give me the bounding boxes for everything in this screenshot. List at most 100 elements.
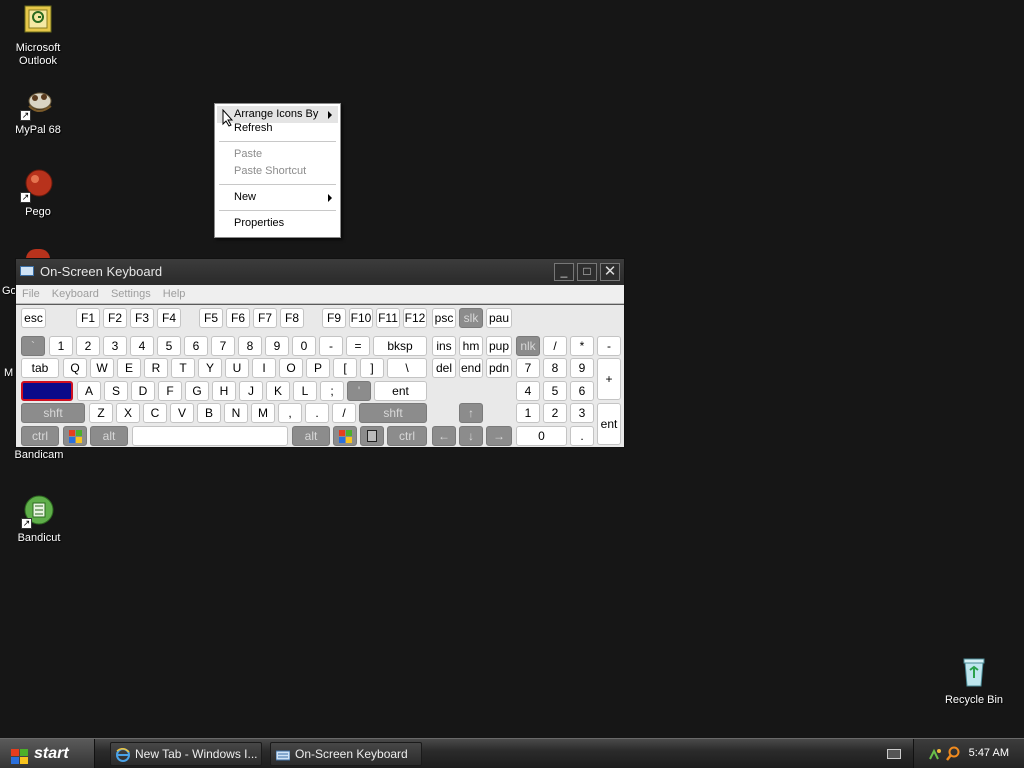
key-j[interactable]: J xyxy=(239,381,263,401)
key-grave[interactable]: ` xyxy=(21,336,45,356)
minimize-button[interactable]: _ xyxy=(554,263,574,281)
key-y[interactable]: Y xyxy=(198,358,222,378)
key-left-alt[interactable]: alt xyxy=(90,426,128,446)
key-g[interactable]: G xyxy=(185,381,209,401)
network-icon[interactable] xyxy=(928,747,942,761)
key-backspace[interactable]: bksp xyxy=(373,336,427,356)
menu-item-paste-shortcut[interactable]: Paste Shortcut xyxy=(217,163,338,180)
key-8[interactable]: 8 xyxy=(238,336,262,356)
key-equals[interactable]: = xyxy=(346,336,370,356)
key-f3[interactable]: F3 xyxy=(130,308,154,328)
key-esc[interactable]: esc xyxy=(21,308,46,328)
key-5[interactable]: 5 xyxy=(157,336,181,356)
key-right-windows[interactable] xyxy=(333,426,357,446)
key-w[interactable]: W xyxy=(90,358,114,378)
key-numpad-7[interactable]: 7 xyxy=(516,358,540,378)
key-1[interactable]: 1 xyxy=(49,336,73,356)
key-a[interactable]: A xyxy=(77,381,101,401)
key-n[interactable]: N xyxy=(224,403,248,423)
key-f1[interactable]: F1 xyxy=(76,308,100,328)
key-delete[interactable]: del xyxy=(432,358,456,378)
key-slk[interactable]: slk xyxy=(459,308,483,328)
key-enter[interactable]: ent xyxy=(374,381,427,401)
menu-item-new[interactable]: New xyxy=(217,189,338,206)
language-bar-keyboard-icon[interactable] xyxy=(887,749,901,759)
menu-item-refresh[interactable]: Refresh xyxy=(217,120,338,137)
menu-file[interactable]: File xyxy=(22,285,40,304)
key-f7[interactable]: F7 xyxy=(253,308,277,328)
menu-item-properties[interactable]: Properties xyxy=(217,215,338,232)
key-u[interactable]: U xyxy=(225,358,249,378)
key-tab[interactable]: tab xyxy=(21,358,59,378)
menu-settings[interactable]: Settings xyxy=(111,285,151,304)
search-icon[interactable] xyxy=(946,746,960,762)
key-f4[interactable]: F4 xyxy=(157,308,181,328)
key-page-up[interactable]: pup xyxy=(486,336,512,356)
key-num-lock[interactable]: nlk xyxy=(516,336,540,356)
key-i[interactable]: I xyxy=(252,358,276,378)
key-left-bracket[interactable]: [ xyxy=(333,358,357,378)
taskbar-button-on-screen-keyboard[interactable]: On-Screen Keyboard xyxy=(270,742,422,766)
key-numpad-multiply[interactable]: * xyxy=(570,336,594,356)
key-c[interactable]: C xyxy=(143,403,167,423)
desktop-icon-pego[interactable]: ↗ Pego xyxy=(0,168,76,219)
key-psc[interactable]: psc xyxy=(432,308,456,328)
taskbar-button-internet-explorer[interactable]: New Tab - Windows I... xyxy=(110,742,262,766)
key-h[interactable]: H xyxy=(212,381,236,401)
key-slash[interactable]: / xyxy=(332,403,356,423)
key-f[interactable]: F xyxy=(158,381,182,401)
key-t[interactable]: T xyxy=(171,358,195,378)
key-r[interactable]: R xyxy=(144,358,168,378)
key-6[interactable]: 6 xyxy=(184,336,208,356)
key-f12[interactable]: F12 xyxy=(403,308,427,328)
key-7[interactable]: 7 xyxy=(211,336,235,356)
key-numpad-enter[interactable]: ent xyxy=(597,403,621,445)
key-numpad-divide[interactable]: / xyxy=(543,336,567,356)
menu-item-paste[interactable]: Paste xyxy=(217,146,338,163)
key-arrow-right[interactable]: → xyxy=(486,426,512,446)
desktop-icon-recycle-bin[interactable]: Recycle Bin xyxy=(936,656,1012,707)
key-s[interactable]: S xyxy=(104,381,128,401)
key-f5[interactable]: F5 xyxy=(199,308,223,328)
key-numpad-5[interactable]: 5 xyxy=(543,381,567,401)
menu-keyboard[interactable]: Keyboard xyxy=(52,285,99,304)
key-arrow-left[interactable]: ← xyxy=(432,426,456,446)
key-quote[interactable]: ' xyxy=(347,381,371,401)
key-z[interactable]: Z xyxy=(89,403,113,423)
key-left-windows[interactable] xyxy=(63,426,87,446)
key-k[interactable]: K xyxy=(266,381,290,401)
key-l[interactable]: L xyxy=(293,381,317,401)
key-insert[interactable]: ins xyxy=(432,336,456,356)
key-f8[interactable]: F8 xyxy=(280,308,304,328)
key-f11[interactable]: F11 xyxy=(376,308,400,328)
key-pau[interactable]: pau xyxy=(486,308,512,328)
key-f10[interactable]: F10 xyxy=(349,308,373,328)
close-button[interactable]: ✕ xyxy=(600,263,620,281)
key-numpad-2[interactable]: 2 xyxy=(543,403,567,423)
maximize-button[interactable]: □ xyxy=(577,263,597,281)
key-e[interactable]: E xyxy=(117,358,141,378)
key-o[interactable]: O xyxy=(279,358,303,378)
key-f9[interactable]: F9 xyxy=(322,308,346,328)
key-numpad-0[interactable]: 0 xyxy=(516,426,567,446)
key-arrow-down[interactable]: ↓ xyxy=(459,426,483,446)
desktop-icon-bandicam[interactable]: Bandicam xyxy=(1,449,77,462)
key-numpad-3[interactable]: 3 xyxy=(570,403,594,423)
key-d[interactable]: D xyxy=(131,381,155,401)
key-left-shift[interactable]: shft xyxy=(21,403,85,423)
key-numpad-8[interactable]: 8 xyxy=(543,358,567,378)
key-right-bracket[interactable]: ] xyxy=(360,358,384,378)
desktop-icon-outlook[interactable]: Microsoft Outlook xyxy=(0,4,76,68)
key-numpad-6[interactable]: 6 xyxy=(570,381,594,401)
key-b[interactable]: B xyxy=(197,403,221,423)
key-q[interactable]: Q xyxy=(63,358,87,378)
key-numpad-1[interactable]: 1 xyxy=(516,403,540,423)
key-caps-lock[interactable] xyxy=(21,381,73,401)
key-numpad-9[interactable]: 9 xyxy=(570,358,594,378)
menu-help[interactable]: Help xyxy=(163,285,186,304)
key-space[interactable] xyxy=(132,426,288,446)
key-0[interactable]: 0 xyxy=(292,336,316,356)
key-right-alt[interactable]: alt xyxy=(292,426,330,446)
desktop-icon-bandicut[interactable]: ↗ Bandicut xyxy=(1,494,77,545)
key-right-shift[interactable]: shft xyxy=(359,403,427,423)
